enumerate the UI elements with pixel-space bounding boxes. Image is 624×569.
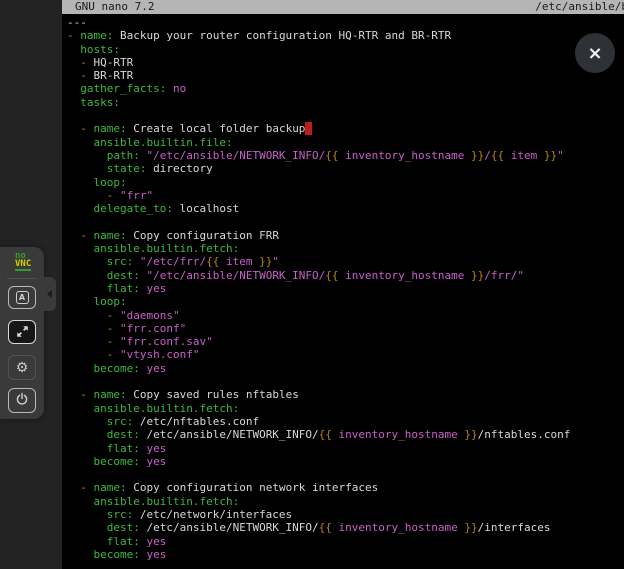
code-line: - "frr" bbox=[67, 189, 624, 202]
code-line: src: /etc/network/interfaces bbox=[67, 508, 624, 521]
novnc-logo-bottom: VNC bbox=[15, 260, 31, 271]
code-line bbox=[67, 375, 624, 388]
code-line: - "frr.conf.sav" bbox=[67, 335, 624, 348]
code-line: hosts: bbox=[67, 43, 624, 56]
code-line: - name: Copy configuration FRR bbox=[67, 229, 624, 242]
power-icon bbox=[15, 391, 29, 410]
code-line: tasks: bbox=[67, 96, 624, 109]
code-line: become: yes bbox=[67, 362, 624, 375]
nano-file-path: /etc/ansible/b bbox=[535, 0, 624, 14]
code-line: --- bbox=[67, 16, 624, 29]
code-line bbox=[67, 468, 624, 481]
code-line: dest: /etc/ansible/NETWORK_INFO/{{ inven… bbox=[67, 521, 624, 534]
code-line: delegate_to: localhost bbox=[67, 202, 624, 215]
vnc-control-panel: no VNC A ⚙ bbox=[0, 247, 44, 419]
keyboard-a-icon: A bbox=[16, 291, 29, 304]
code-line bbox=[67, 109, 624, 122]
fullscreen-icon bbox=[16, 323, 29, 342]
code-line: src: /etc/nftables.conf bbox=[67, 415, 624, 428]
code-line: - "vtysh.conf" bbox=[67, 348, 624, 361]
code-line: - name: Copy saved rules nftables bbox=[67, 388, 624, 401]
close-icon: × bbox=[587, 43, 602, 64]
keyboard-button[interactable]: A bbox=[8, 286, 36, 309]
text-cursor bbox=[305, 122, 312, 135]
chevron-left-icon bbox=[47, 290, 52, 298]
code-line: dest: /etc/ansible/NETWORK_INFO/{{ inven… bbox=[67, 428, 624, 441]
code-line: flat: yes bbox=[67, 442, 624, 455]
code-line: - name: Backup your router configuration… bbox=[67, 29, 624, 42]
code-line: state: directory bbox=[67, 162, 624, 175]
code-line bbox=[67, 215, 624, 228]
gear-icon: ⚙ bbox=[16, 361, 29, 375]
code-line: - "frr.conf" bbox=[67, 322, 624, 335]
code-line: path: "/etc/ansible/NETWORK_INFO/{{ inve… bbox=[67, 149, 624, 162]
code-line: flat: yes bbox=[67, 282, 624, 295]
code-line: gather_facts: no bbox=[67, 82, 624, 95]
code-line: ansible.builtin.fetch: bbox=[67, 495, 624, 508]
code-line: become: yes bbox=[67, 455, 624, 468]
novnc-session-window: GNU nano 7.2 /etc/ansible/b ---- name: B… bbox=[0, 0, 624, 569]
power-button[interactable] bbox=[8, 388, 36, 413]
close-button[interactable]: × bbox=[575, 33, 615, 73]
code-line: loop: bbox=[67, 176, 624, 189]
code-line: become: yes bbox=[67, 548, 624, 561]
code-line: - "daemons" bbox=[67, 309, 624, 322]
code-line: - BR-RTR bbox=[67, 69, 624, 82]
panel-separator bbox=[7, 278, 37, 279]
code-line: src: "/etc/frr/{{ item }}" bbox=[67, 255, 624, 268]
code-line: - name: Create local folder backup bbox=[67, 122, 624, 135]
fullscreen-button[interactable] bbox=[8, 320, 36, 344]
code-line: loop: bbox=[67, 295, 624, 308]
code-line: ansible.builtin.fetch: bbox=[67, 402, 624, 415]
code-line: - name: Copy configuration network inter… bbox=[67, 481, 624, 494]
nano-titlebar: GNU nano 7.2 /etc/ansible/b bbox=[62, 0, 624, 14]
panel-collapse-handle[interactable] bbox=[43, 277, 56, 311]
code-line: flat: yes bbox=[67, 535, 624, 548]
editor-content[interactable]: ---- name: Backup your router configurat… bbox=[62, 14, 624, 561]
code-line: - HQ-RTR bbox=[67, 56, 624, 69]
code-line: ansible.builtin.file: bbox=[67, 136, 624, 149]
settings-button[interactable]: ⚙ bbox=[8, 355, 36, 380]
terminal-screen[interactable]: GNU nano 7.2 /etc/ansible/b ---- name: B… bbox=[62, 0, 624, 569]
nano-app-title: GNU nano 7.2 bbox=[62, 0, 154, 14]
code-line: ansible.builtin.fetch: bbox=[67, 242, 624, 255]
novnc-logo: no VNC bbox=[15, 252, 31, 271]
code-line: dest: "/etc/ansible/NETWORK_INFO/{{ inve… bbox=[67, 269, 624, 282]
